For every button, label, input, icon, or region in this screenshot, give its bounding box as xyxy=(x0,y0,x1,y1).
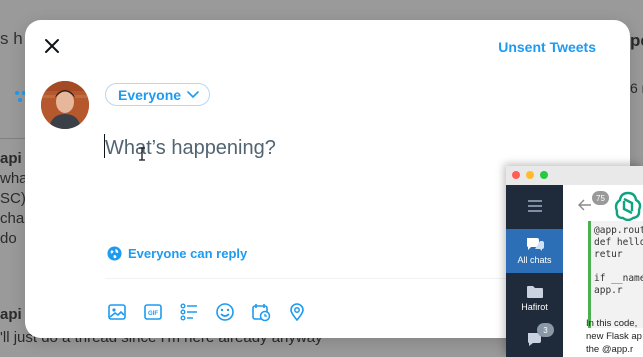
code-line: @app.rout xyxy=(594,225,643,236)
chevron-down-icon xyxy=(187,90,199,98)
chat-bubbles-icon xyxy=(526,238,544,251)
unread-badge: 3 xyxy=(537,323,554,337)
bg-top-fragment: s h xyxy=(0,29,23,48)
code-line: def hello xyxy=(594,237,643,248)
code-line: if __name_ xyxy=(594,273,643,284)
message-text-line: In this code, xyxy=(586,318,638,329)
gif-icon: GIF xyxy=(143,303,162,320)
audience-label: Everyone xyxy=(118,86,182,103)
poll-button[interactable] xyxy=(177,300,200,323)
code-line: retur xyxy=(594,249,623,260)
message-text-line: the @app.r xyxy=(586,344,634,355)
i-beam-cursor-icon xyxy=(139,147,145,161)
bg-left-line-2: SC) xyxy=(0,190,26,207)
code-line: app.r xyxy=(594,285,623,296)
hamburger-menu-icon[interactable] xyxy=(527,200,543,212)
folder-icon xyxy=(526,286,543,298)
image-icon xyxy=(107,303,126,320)
message-text-line: new Flask ap xyxy=(586,331,642,342)
header-badge: 75 xyxy=(592,191,609,205)
close-icon xyxy=(45,39,59,53)
avatar-photo xyxy=(41,81,89,129)
sidebar-item-label: All chats xyxy=(517,255,552,265)
sidebar-item-label: Hafirot xyxy=(521,302,548,312)
window-maximize-button[interactable] xyxy=(540,171,548,179)
location-icon xyxy=(289,302,304,321)
schedule-icon xyxy=(251,303,270,321)
media-button[interactable] xyxy=(105,300,128,323)
unsent-tweets-button[interactable]: Unsent Tweets xyxy=(498,39,596,55)
back-arrow-icon[interactable] xyxy=(578,199,592,211)
chat-app-window: All chats Hafirot 3 75 @app.rout def hel… xyxy=(506,166,643,357)
sidebar-item-hafirot[interactable]: Hafirot xyxy=(506,281,563,321)
tweet-compose-input[interactable] xyxy=(103,132,507,164)
avatar[interactable] xyxy=(41,81,89,129)
bg-bottom-bold-fragment: api xyxy=(0,306,22,323)
code-block: @app.rout def hello retur if __name_ app… xyxy=(588,221,643,328)
chatgpt-logo-icon xyxy=(614,191,642,222)
bg-left-line-4: do xyxy=(0,230,17,247)
window-close-button[interactable] xyxy=(512,171,520,179)
close-button[interactable] xyxy=(41,35,63,57)
window-titlebar xyxy=(506,166,643,185)
schedule-button[interactable] xyxy=(249,300,272,323)
gif-button[interactable]: GIF xyxy=(141,300,164,323)
compose-toolbar: GIF xyxy=(105,300,308,323)
emoji-icon xyxy=(215,302,234,321)
emoji-button[interactable] xyxy=(213,300,236,323)
bg-left-line-1: wha xyxy=(0,170,28,187)
sidebar-item-chats[interactable]: 3 xyxy=(506,323,563,357)
sidebar-item-all-chats[interactable]: All chats xyxy=(506,229,563,273)
bg-right-fragment: 6 m xyxy=(630,80,643,96)
location-button[interactable] xyxy=(285,300,308,323)
svg-text:GIF: GIF xyxy=(148,311,158,317)
globe-icon xyxy=(107,246,122,261)
reply-settings-button[interactable]: Everyone can reply xyxy=(107,246,247,261)
reply-settings-label: Everyone can reply xyxy=(128,246,248,261)
poll-icon xyxy=(180,303,197,320)
bg-right-top-fragment: pe xyxy=(630,31,643,50)
audience-selector[interactable]: Everyone xyxy=(105,83,211,106)
text-cursor xyxy=(104,134,105,158)
app-sidebar: All chats Hafirot 3 xyxy=(506,185,563,357)
bg-left-line-3: cha xyxy=(0,210,25,227)
bg-left-bold-fragment: api xyxy=(0,150,22,167)
window-minimize-button[interactable] xyxy=(526,171,534,179)
